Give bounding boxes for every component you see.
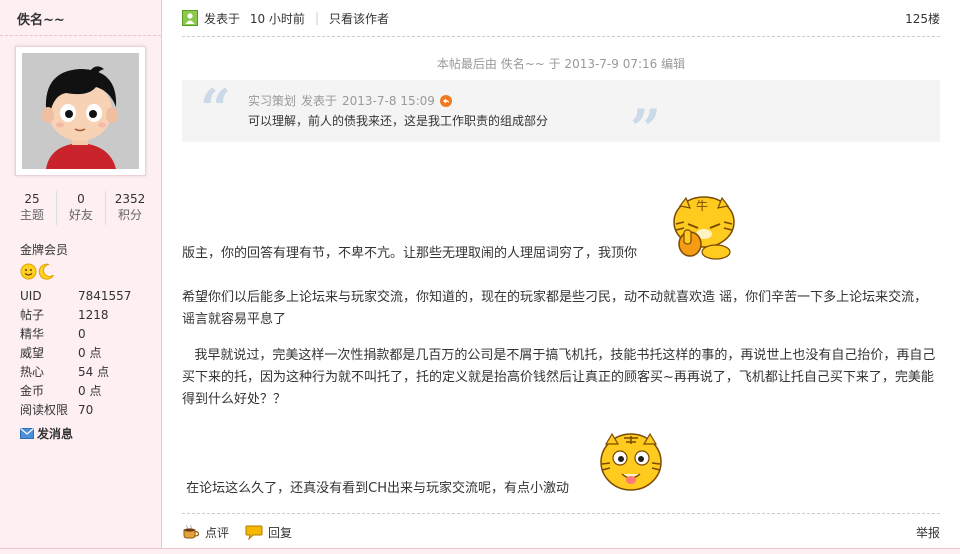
info-row-enthusiasm: 热心 54 点: [20, 363, 150, 382]
edit-note: 本帖最后由 佚名~~ 于 2013-7-9 07:16 编辑: [436, 57, 686, 71]
reply-label: 回复: [268, 525, 293, 540]
info-value: 7841557: [78, 289, 132, 303]
user-online-icon: [185, 13, 195, 24]
post-time: 发表于 10 小时前: [204, 10, 305, 27]
info-row-digest: 精华 0: [20, 325, 150, 344]
posted-label: 发表于: [204, 11, 241, 26]
close-quote-icon: ”: [630, 97, 662, 161]
coffee-cup-icon: [183, 524, 200, 539]
moon-medal-icon: [38, 263, 54, 280]
stat-label: 主题: [19, 208, 44, 222]
avatar-cartoon-boy-icon: [22, 53, 139, 169]
emote-forehead-text: 牛: [696, 198, 708, 213]
quote-text: 可以理解，前人的债我来还，这是我工作职责的组成部分: [248, 114, 549, 128]
bottom-strip: [0, 548, 960, 554]
info-value: 70: [78, 403, 94, 417]
stat-label: 好友: [68, 208, 93, 222]
post-paragraph-2: 希望你们以后能多上论坛来与玩家交流，你知道的，现在的玩家都是些刁民，动不动就喜欢…: [182, 290, 928, 327]
speech-bubble-icon: [245, 525, 263, 540]
stat-value: 2352: [114, 192, 146, 206]
user-info-list: UID 7841557 帖子 1218 精华 0 威望 0 点 热心 54 点 …: [20, 287, 150, 420]
stat-label: 积分: [117, 208, 142, 222]
posted-time-value: 10 小时前: [249, 11, 305, 26]
header-divider: [182, 36, 940, 37]
comment-label: 点评: [205, 525, 230, 540]
info-row-posts: 帖子 1218: [20, 306, 150, 325]
send-message-label: 发消息: [37, 427, 74, 441]
envelope-icon: [20, 428, 34, 439]
info-key: 帖子: [20, 308, 45, 322]
info-row-prestige: 威望 0 点: [20, 344, 150, 363]
only-author-link[interactable]: 只看该作者: [329, 10, 389, 27]
quote-meta: 实习策划 发表于 2013-7-8 15:09: [248, 92, 452, 109]
info-value[interactable]: 1218: [78, 306, 109, 325]
stat-value: 25: [24, 192, 40, 206]
open-quote-icon: “: [200, 77, 232, 141]
report-link[interactable]: 举报: [916, 524, 940, 541]
post-paragraph-4: 在论坛这么久了，还真没有看到CH出来与玩家交流呢，有点小激动: [182, 481, 569, 496]
header-separator: |: [314, 11, 319, 25]
medals: [20, 263, 55, 281]
info-key: 威望: [20, 346, 45, 360]
quote-author: 实习策划: [248, 94, 297, 108]
user-group[interactable]: 金牌会员: [20, 241, 68, 258]
info-key: 精华: [20, 327, 45, 341]
post-paragraph-3: 我早就说过，完美这样一次性捐款都是几百万的公司是不屑于搞飞机托，技能书托这样的事…: [182, 348, 936, 407]
user-sidebar: 佚名~~ 25 主题 0 好友 2352 积分 金牌会员 UID 7841557…: [0, 0, 162, 554]
stat-threads[interactable]: 25 主题: [8, 191, 57, 225]
info-value: 0 点: [78, 384, 102, 398]
info-row-gold: 金币 0 点: [20, 382, 150, 401]
post-paragraph-1: 版主，你的回答有理有节，不卑不亢。让那些无理取闹的人理屈词穷了，我顶你: [182, 246, 638, 261]
post-footer: 点评 回复 举报: [182, 522, 940, 542]
post-header: 发表于 10 小时前 | 只看该作者 125楼: [182, 8, 940, 28]
info-row-read-permission: 阅读权限 70: [20, 401, 150, 420]
back-arrow-icon: [442, 98, 449, 103]
info-key: UID: [20, 289, 42, 303]
stat-value: 0: [77, 192, 85, 206]
footer-divider: [182, 513, 940, 514]
quote-time: 2013-7-8 15:09: [342, 93, 435, 108]
user-stats: 25 主题 0 好友 2352 积分: [8, 191, 154, 225]
quote-posted-label: 发表于: [301, 94, 338, 108]
info-value: 0 点: [78, 346, 102, 360]
username[interactable]: 佚名~~: [17, 9, 65, 28]
quote-block: “ 实习策划 发表于 2013-7-8 15:09 可以理解，前人的债我来还，这…: [182, 77, 940, 156]
stat-points[interactable]: 2352 积分: [106, 191, 154, 225]
stat-friends[interactable]: 0 好友: [57, 191, 106, 225]
smiley-medal-icon: [20, 263, 37, 280]
send-message-button[interactable]: 发消息: [20, 425, 73, 442]
avatar[interactable]: [15, 46, 146, 176]
info-row-uid: UID 7841557: [20, 287, 150, 306]
reply-button[interactable]: 回复: [245, 524, 292, 541]
info-key: 阅读权限: [20, 403, 69, 417]
jump-to-post-icon[interactable]: [439, 94, 452, 107]
info-value: 0: [78, 327, 86, 341]
info-key: 金币: [20, 384, 45, 398]
floor-number[interactable]: 125楼: [905, 10, 940, 27]
sidebar-divider: [0, 35, 161, 36]
comment-button[interactable]: 点评: [182, 524, 229, 541]
online-status-icon: [182, 10, 198, 26]
info-key: 热心: [20, 365, 45, 379]
info-value: 54 点: [78, 365, 110, 379]
